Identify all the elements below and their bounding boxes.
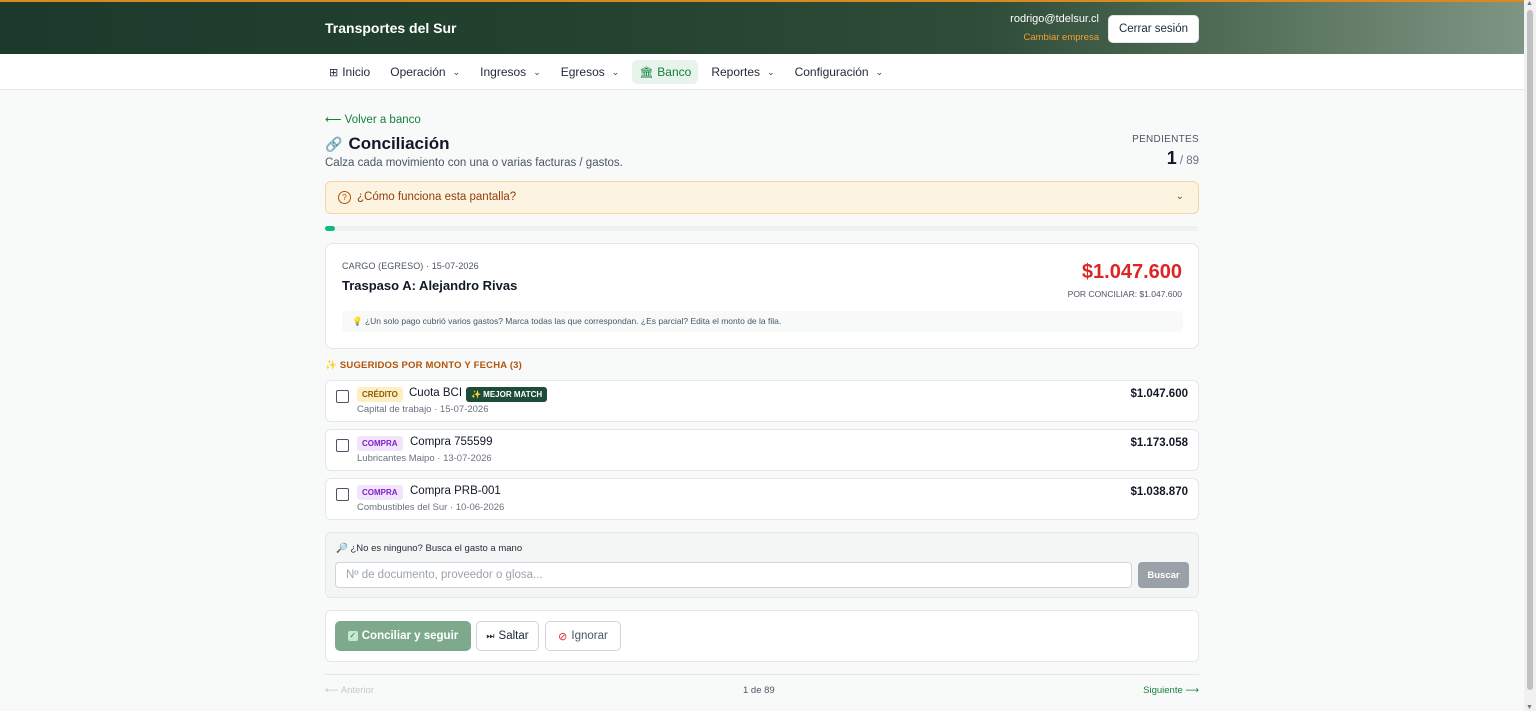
- pending-label: PENDIENTES: [1132, 134, 1199, 145]
- nav-item-label: Operación: [390, 65, 446, 79]
- page-subtitle: Calza cada movimiento con una o varias f…: [325, 157, 623, 169]
- page-scrollbar[interactable]: ▲ ▼: [1524, 0, 1536, 711]
- progress-bar: [325, 226, 1199, 231]
- manual-search-label: 🔎 ¿No es ninguno? Busca el gasto a mano: [336, 543, 522, 554]
- suggestion-checkbox[interactable]: [336, 439, 349, 452]
- type-badge: COMPRA: [357, 485, 403, 500]
- question-circle-icon: ?: [338, 191, 351, 204]
- chevron-down-icon: ⌄: [1175, 191, 1184, 202]
- sparkle-icon: ✨: [325, 360, 338, 371]
- lightbulb-icon: 💡: [352, 316, 363, 326]
- link-icon: 🔗: [325, 135, 343, 152]
- pager-divider: [325, 674, 1199, 675]
- suggestion-row[interactable]: COMPRA Compra PRB-001 Combustibles del Sur…: [325, 478, 1199, 520]
- pending-current: 1: [1166, 148, 1177, 168]
- search-button[interactable]: Buscar: [1138, 562, 1189, 588]
- nav-item-label: Configuración: [794, 65, 869, 79]
- prohibited-icon: ⊘: [558, 630, 568, 643]
- page-title: 🔗 Conciliación: [325, 134, 450, 154]
- top-bar: Transportes del Sur rodrigo@tdelsur.cl C…: [0, 0, 1524, 54]
- pager-position: 1 de 89: [743, 685, 775, 696]
- previous-link[interactable]: ⟵ Anterior: [325, 685, 374, 696]
- back-to-bank-link[interactable]: ⟵ Volver a banco: [325, 112, 421, 126]
- help-accordion[interactable]: ? ¿Cómo funciona esta pantalla? ⌄: [325, 181, 1199, 214]
- suggestion-subtitle: Capital de trabajo · 15-07-2026: [357, 404, 489, 415]
- movement-amount: $1.047.600: [1081, 261, 1182, 283]
- grid-icon: ⊞: [329, 66, 339, 79]
- suggestion-row[interactable]: COMPRA Compra 755599 Lubricantes Maipo · 1…: [325, 429, 1199, 471]
- skip-label: Saltar: [498, 630, 529, 642]
- suggestion-subtitle: Combustibles del Sur · 10-06-2026: [357, 502, 505, 513]
- nav-item-label: Egresos: [560, 65, 605, 79]
- pending-total: / 89: [1179, 155, 1199, 167]
- suggestion-subtitle: Lubricantes Maipo · 13-07-2026: [357, 453, 492, 464]
- suggestion-checkbox[interactable]: [336, 488, 349, 501]
- bank-icon: 🏛: [639, 66, 654, 79]
- movement-name: Traspaso A: Alejandro Rivas: [342, 278, 518, 293]
- suggestion-row[interactable]: CRÉDITO Cuota BCI ✨ MEJOR MATCH Capital de …: [325, 380, 1199, 422]
- to-reconcile-amount: POR CONCILIAR: $1.047.600: [1067, 289, 1182, 299]
- tip-box: 💡 ¿Un solo pago cubrió varios gastos? Ma…: [342, 311, 1183, 332]
- skip-button[interactable]: ⏭ Saltar: [476, 621, 539, 651]
- ignore-button[interactable]: ⊘ Ignorar: [545, 621, 621, 651]
- nav-item-label: Inicio: [342, 65, 371, 79]
- tip-text: ¿Un solo pago cubrió varios gastos? Marc…: [364, 316, 782, 326]
- next-link[interactable]: Siguiente ⟶: [1143, 685, 1199, 696]
- chevron-down-icon: ⌄: [452, 66, 461, 77]
- check-icon: ✓: [347, 631, 358, 641]
- nav-item-egresos[interactable]: Egresos ⌄: [554, 60, 627, 84]
- suggestions-heading: ✨ SUGERIDOS POR MONTO Y FECHA (3): [325, 360, 522, 371]
- suggestion-name: Compra PRB-001: [410, 485, 501, 497]
- nav-item-label: Banco: [657, 65, 692, 79]
- nav-item-label: Reportes: [711, 65, 761, 79]
- page-title-text: Conciliación: [348, 134, 450, 153]
- chevron-down-icon: ⌄: [767, 66, 775, 77]
- suggestion-checkbox[interactable]: [336, 390, 349, 403]
- nav-item-ingresos[interactable]: Ingresos ⌄: [473, 60, 548, 84]
- nav-item-configuracion[interactable]: Configuración ⌄: [788, 60, 891, 84]
- skip-forward-icon: ⏭: [486, 630, 495, 641]
- manual-search-input[interactable]: [335, 562, 1132, 588]
- chevron-down-icon: ⌄: [533, 66, 541, 77]
- movement-meta: CARGO (EGRESO) · 15-07-2026: [342, 261, 479, 271]
- reconcile-label: Conciliar y seguir: [361, 630, 459, 642]
- suggestion-amount: $1.173.058: [1130, 437, 1188, 449]
- logout-button[interactable]: Cerrar sesión: [1108, 15, 1199, 43]
- suggestion-amount: $1.038.870: [1130, 486, 1188, 498]
- suggestion-amount: $1.047.600: [1130, 388, 1188, 400]
- nav-item-label: Ingresos: [480, 65, 527, 79]
- best-match-badge: ✨ MEJOR MATCH: [466, 387, 548, 402]
- suggestion-name: Compra 755599: [410, 436, 493, 448]
- main-nav: ⊞ Inicio Operación ⌄ Ingresos ⌄ Egresos ⌄ 🏛 Banco…: [0, 54, 1524, 90]
- ignore-label: Ignorar: [571, 630, 608, 642]
- help-label: ¿Cómo funciona esta pantalla?: [357, 191, 517, 203]
- user-email: rodrigo@tdelsur.cl: [1010, 13, 1099, 25]
- nav-item-operacion[interactable]: Operación ⌄: [383, 60, 467, 84]
- chevron-down-icon: ⌄: [611, 66, 620, 77]
- actions-panel: ✓ Conciliar y seguir ⏭ Saltar ⊘ Ignorar: [325, 610, 1199, 662]
- suggestion-name: Cuota BCI: [409, 387, 463, 399]
- manual-search-label-text: ¿No es ninguno? Busca el gasto a mano: [350, 543, 523, 554]
- movement-card: CARGO (EGRESO) · 15-07-2026 Traspaso A: …: [325, 243, 1199, 349]
- chevron-down-icon: ⌄: [875, 66, 884, 77]
- nav-item-banco[interactable]: 🏛 Banco: [632, 60, 699, 84]
- scroll-up-icon[interactable]: ▲: [1526, 0, 1533, 7]
- scroll-thumb[interactable]: [1527, 10, 1533, 690]
- suggestions-heading-text: SUGERIDOS POR MONTO Y FECHA (3): [339, 360, 523, 371]
- nav-item-inicio[interactable]: ⊞ Inicio: [322, 60, 377, 84]
- pending-counter: 1/ 89: [1167, 148, 1199, 169]
- brand-name[interactable]: Transportes del Sur: [325, 20, 456, 36]
- switch-company-link[interactable]: Cambiar empresa: [1024, 32, 1100, 43]
- type-badge: COMPRA: [357, 436, 403, 451]
- scroll-down-icon[interactable]: ▼: [1526, 704, 1533, 711]
- nav-item-reportes[interactable]: Reportes ⌄: [704, 60, 781, 84]
- progress-fill: [325, 226, 336, 231]
- type-badge: CRÉDITO: [357, 387, 403, 402]
- manual-search-panel: 🔎 ¿No es ninguno? Busca el gasto a mano …: [325, 532, 1199, 598]
- reconcile-and-continue-button[interactable]: ✓ Conciliar y seguir: [335, 621, 471, 651]
- magnifier-icon: 🔎: [336, 543, 348, 554]
